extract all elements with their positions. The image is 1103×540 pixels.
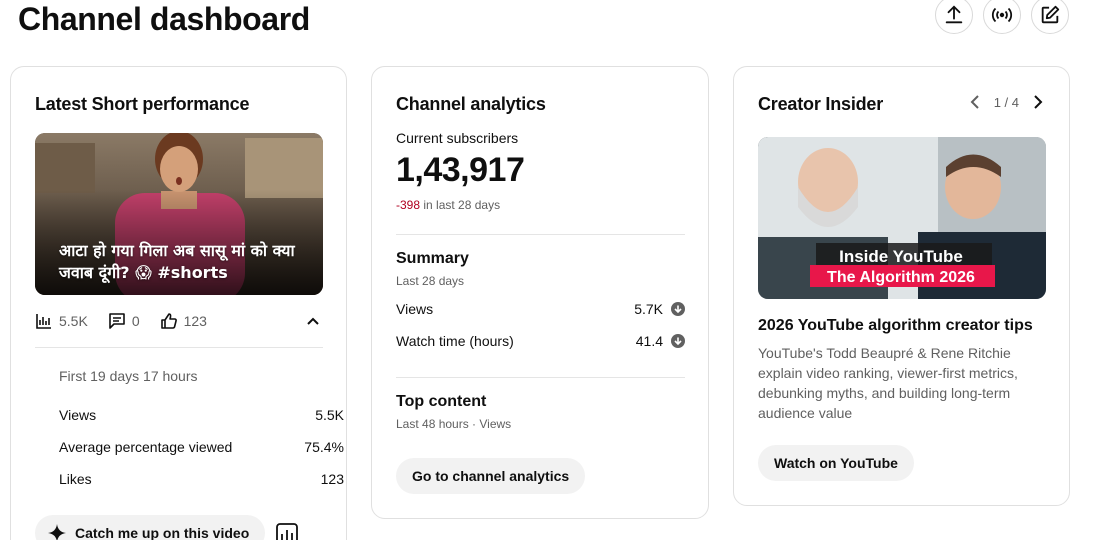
thumbnail-line2: The Algorithm 2026	[827, 269, 975, 286]
go-live-button[interactable]	[983, 0, 1021, 34]
likes-count: 123	[183, 313, 207, 329]
metric-label: Average percentage viewed	[59, 439, 233, 455]
pager-label: 1 / 4	[993, 94, 1019, 110]
divider	[396, 234, 685, 235]
card-title: Channel analytics	[396, 94, 546, 114]
upload-button[interactable]	[935, 0, 973, 34]
metric-value: 5.5K	[315, 407, 344, 423]
bar-chart-icon	[36, 314, 51, 329]
go-to-analytics-button[interactable]: Go to channel analytics	[396, 458, 586, 494]
header-actions	[935, 0, 1069, 34]
chevron-right-icon[interactable]	[1029, 94, 1045, 110]
video-analytics-button[interactable]	[273, 517, 301, 540]
thumbs-up-icon	[160, 313, 177, 329]
create-post-button[interactable]	[1031, 0, 1069, 34]
insider-video-title[interactable]: 2026 YouTube algorithm creator tips	[758, 317, 1033, 335]
summary-label: Watch time (hours)	[396, 333, 514, 349]
insider-description: YouTube's Todd Beaupré & Rene Ritchie ex…	[758, 345, 1018, 421]
metric-row-views: Views 5.5K	[59, 407, 344, 423]
insider-thumbnail-image: Inside YouTube The Algorithm 2026	[758, 137, 1046, 299]
top-content-period: Last 48 hours · Views	[396, 417, 512, 431]
summary-period: Last 28 days	[396, 274, 465, 288]
divider	[35, 347, 323, 348]
card-title: Latest Short performance	[35, 94, 250, 114]
analytics-icon	[276, 523, 298, 540]
metric-row-avg-percentage: Average percentage viewed 75.4%	[59, 439, 344, 455]
short-thumbnail[interactable]: आटा हो गया गिला अब सासू मां को क्या जवाब…	[35, 133, 323, 295]
collapse-button[interactable]	[301, 309, 325, 333]
period-label: First 19 days 17 hours	[59, 368, 198, 384]
metric-value: 75.4%	[304, 439, 344, 455]
likes-stat: 123	[160, 312, 207, 330]
summary-value: 5.7K	[634, 301, 663, 317]
upload-icon	[945, 5, 963, 24]
insider-thumbnail[interactable]: Inside YouTube The Algorithm 2026	[758, 137, 1046, 299]
page-title: Channel dashboard	[18, 1, 310, 37]
chevron-left-icon[interactable]	[968, 94, 984, 110]
sparkle-icon	[48, 524, 66, 540]
go-live-icon	[991, 7, 1013, 23]
comments-stat: 0	[108, 312, 140, 330]
delta-value: -398	[396, 198, 421, 212]
metric-value: 123	[320, 471, 344, 487]
views-stat: 5.5K	[35, 312, 88, 330]
metric-label: Likes	[59, 471, 92, 487]
views-count: 5.5K	[59, 313, 88, 329]
arrow-down-icon	[671, 334, 685, 348]
metric-row-likes: Likes 123	[59, 471, 344, 487]
latest-short-card: Latest Short performance आटा हो गया गिला…	[10, 66, 347, 540]
card-title: Creator Insider	[758, 94, 884, 114]
comments-count: 0	[131, 313, 140, 329]
top-content-title: Top content	[396, 393, 487, 410]
subscribers-delta: -398 in last 28 days	[396, 198, 500, 212]
metric-label: Views	[59, 407, 97, 423]
channel-analytics-card: Channel analytics Current subscribers 1,…	[371, 66, 709, 519]
chevron-up-icon	[307, 317, 319, 325]
summary-row-views: Views 5.7K	[396, 301, 685, 317]
subscribers-count: 1,43,917	[396, 151, 525, 189]
short-caption: आटा हो गया गिला अब सासू मां को क्या जवाब…	[59, 241, 295, 282]
catch-up-button[interactable]: Catch me up on this video	[35, 515, 266, 540]
summary-row-watch-time: Watch time (hours) 41.4	[396, 333, 685, 349]
comment-icon	[109, 313, 125, 329]
watch-on-youtube-button[interactable]: Watch on YouTube	[758, 445, 914, 481]
arrow-down-icon	[671, 302, 685, 316]
create-post-icon	[1041, 5, 1060, 24]
pager: 1 / 4	[968, 94, 1045, 110]
divider	[396, 377, 685, 378]
summary-label: Views	[396, 301, 434, 317]
summary-value: 41.4	[635, 333, 663, 349]
delta-period: in last 28 days	[423, 198, 501, 212]
creator-insider-card: Creator Insider 1 / 4 Inside YouTube The…	[733, 66, 1070, 506]
summary-title: Summary	[396, 250, 469, 267]
subscribers-label: Current subscribers	[396, 130, 519, 146]
catch-up-label: Catch me up on this video	[75, 525, 250, 540]
short-stats: 5.5K 0 123	[35, 311, 325, 331]
thumbnail-line1: Inside YouTube	[839, 247, 963, 266]
